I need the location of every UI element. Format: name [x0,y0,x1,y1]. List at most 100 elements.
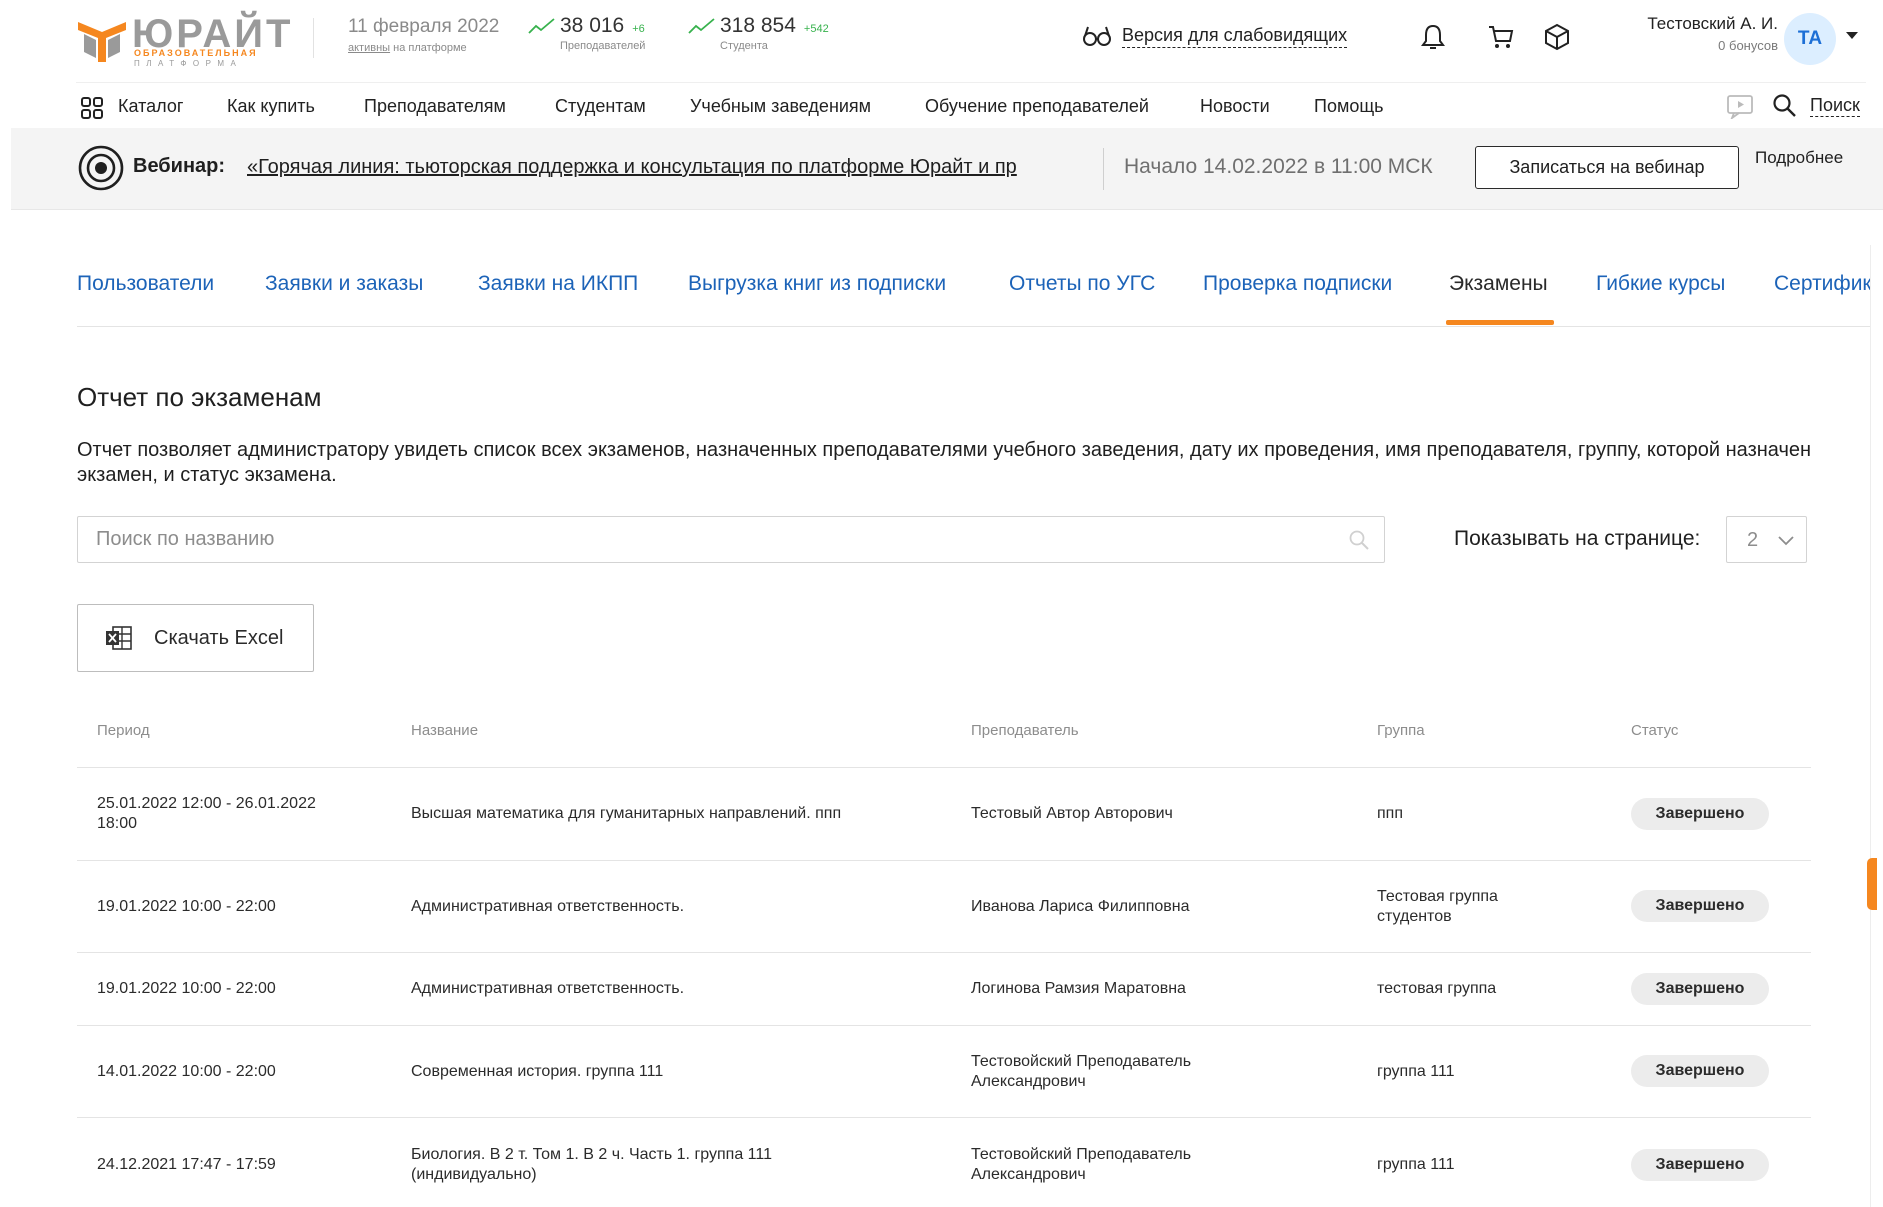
cell-group: группа 111 [1377,1062,1455,1080]
search-icon[interactable] [1772,93,1798,119]
tab-requests-orders[interactable]: Заявки и заказы [265,272,423,296]
table-row[interactable]: 14.01.2022 10:00 - 22:00 Современная ист… [77,1026,1811,1118]
trend-up-icon [688,18,715,34]
table-header: Период Название Преподаватель Группа Ста… [77,700,1811,768]
per-page-select[interactable]: 2 [1726,516,1807,563]
cell-group: тестовая группа [1377,980,1497,997]
status-badge: Завершено [1631,798,1769,830]
search-field[interactable] [77,516,1385,563]
nav-item-how-to-buy[interactable]: Как купить [227,96,315,117]
page-title: Отчет по экзаменам [77,382,322,412]
column-header-teacher: Преподаватель [971,722,1079,739]
status-badge: Завершено [1631,1149,1769,1181]
stat-delta: +542 [803,23,829,35]
chevron-down-icon[interactable] [1846,32,1858,39]
cell-name: Высшая математика для гуманитарных напра… [411,805,842,822]
column-header-period: Период [97,722,150,739]
column-header-status: Статус [1631,722,1679,739]
table-row[interactable]: 19.01.2022 10:00 - 22:00 Административна… [77,953,1811,1026]
table-row[interactable]: 24.12.2021 17:47 - 17:59 Биология. В 2 т… [77,1118,1811,1207]
bell-icon[interactable] [1418,22,1448,52]
per-page-label: Показывать на странице: [1454,527,1701,550]
tab-subscription-check[interactable]: Проверка подписки [1203,272,1392,296]
user-name: Тестовский А. И. [1647,14,1778,33]
tab-ugs-reports[interactable]: Отчеты по УГС [1009,272,1155,296]
cell-name: Современная история. группа 111 [411,1062,664,1080]
top-header: ЮРАЙТ ОБРАЗОВАТЕЛЬНАЯ ПЛАТФОРМА 11 февра… [0,0,1883,82]
cell-group: группа 111 [1377,1156,1455,1173]
glasses-icon [1083,26,1111,46]
webinar-banner: Вебинар: «Горячая линия: тьюторская подд… [11,128,1883,210]
search-input[interactable] [78,517,1318,562]
search-link[interactable]: Поиск [1810,95,1860,117]
broadcast-icon [78,145,124,191]
download-excel-button[interactable]: Скачать Excel [77,604,314,672]
avatar[interactable]: ТА [1784,13,1836,65]
webinar-date: Начало 14.02.2022 в 11:00 МСК [1124,155,1433,178]
nav-item-catalog[interactable]: Каталог [118,96,183,117]
cell-name: Административная ответственность. [411,980,685,997]
nav-item-news[interactable]: Новости [1200,96,1270,117]
admin-tabs: Пользователи Заявки и заказы Заявки на И… [77,254,1883,327]
excel-icon [106,626,132,650]
tab-certificates[interactable]: Сертифика [1774,272,1883,296]
search-icon[interactable] [1348,529,1370,551]
status-badge: Завершено [1631,890,1769,922]
logo-subtitle-2: ПЛАТФОРМА [134,59,243,68]
stat-label: Преподавателей [560,40,646,52]
status-badge: Завершено [1631,1055,1769,1087]
chevron-down-icon [1778,536,1794,546]
table-row[interactable]: 25.01.2022 12:00 - 26.01.2022 18:00 Высш… [77,768,1811,861]
low-vision-link[interactable]: Версия для слабовидящих [1082,24,1348,48]
table-row[interactable]: 19.01.2022 10:00 - 22:00 Административна… [77,861,1811,953]
tab-ikpp-requests[interactable]: Заявки на ИКПП [478,272,638,296]
cell-period: 24.12.2021 17:47 - 17:59 [97,1156,276,1173]
right-scroll-rail [1870,245,1883,1207]
nav-item-students[interactable]: Студентам [555,96,646,117]
stat-value: 318 854 [720,14,796,37]
column-header-group: Группа [1377,722,1425,739]
tab-exams[interactable]: Экзамены [1449,272,1548,296]
cell-teacher: Тестовойский Преподаватель Александрович [971,1052,1192,1090]
cell-period: 19.01.2022 10:00 - 22:00 [97,980,276,997]
logo-subtitle: ОБРАЗОВАТЕЛЬНАЯ [134,48,258,58]
active-text: на платформе [393,42,467,54]
webinar-title-link[interactable]: «Горячая линия: тьюторская поддержка и к… [247,156,1091,179]
stat-value: 38 016 [560,14,625,37]
catalog-grid-icon[interactable] [80,96,104,120]
user-info[interactable]: Тестовский А. И. 0 бонусов [1622,14,1778,53]
register-webinar-button[interactable]: Записаться на вебинар [1475,146,1739,189]
side-feedback-tab[interactable] [1867,858,1877,910]
webinar-more-link[interactable]: Подробнее [1755,148,1843,168]
logo[interactable]: ЮРАЙТ ОБРАЗОВАТЕЛЬНАЯ ПЛАТФОРМА [76,12,290,70]
current-date: 11 февраля 2022 [348,16,500,37]
stat-delta: +6 [632,23,645,35]
exams-table: Период Название Преподаватель Группа Ста… [77,700,1811,1207]
nav-item-institutions[interactable]: Учебным заведениям [690,96,871,117]
tab-users[interactable]: Пользователи [77,272,214,296]
tab-book-export[interactable]: Выгрузка книг из подписки [688,272,946,296]
webinar-label: Вебинар: [133,155,226,177]
cell-period: 14.01.2022 10:00 - 22:00 [97,1062,276,1080]
status-badge: Завершено [1631,973,1769,1005]
column-header-name: Название [411,722,479,739]
cell-period: 19.01.2022 10:00 - 22:00 [97,897,276,915]
cell-teacher: Тестовый Автор Авторович [971,805,1173,822]
active-link[interactable]: активны [348,42,390,54]
nav-item-help[interactable]: Помощь [1314,96,1384,117]
logo-mark-icon [78,22,126,62]
cell-teacher: Иванова Лариса Филипповна [971,897,1190,915]
trend-up-icon [528,18,555,34]
nav-item-teacher-training[interactable]: Обучение преподавателей [925,96,1149,117]
user-bonus: 0 бонусов [1718,38,1778,53]
stat-teachers: 38 016 +6 Преподавателей [528,14,645,52]
active-tab-indicator [1446,320,1554,325]
cell-period: 25.01.2022 12:00 - 26.01.2022 18:00 [97,795,316,832]
tab-flexible-courses[interactable]: Гибкие курсы [1596,272,1725,296]
cart-icon[interactable] [1486,22,1516,52]
cell-group: Тестовая группа студентов [1377,887,1498,925]
stat-label: Студента [720,40,768,52]
nav-item-teachers[interactable]: Преподавателям [364,96,506,117]
video-chat-icon[interactable] [1726,93,1754,119]
box-icon[interactable] [1542,22,1572,52]
